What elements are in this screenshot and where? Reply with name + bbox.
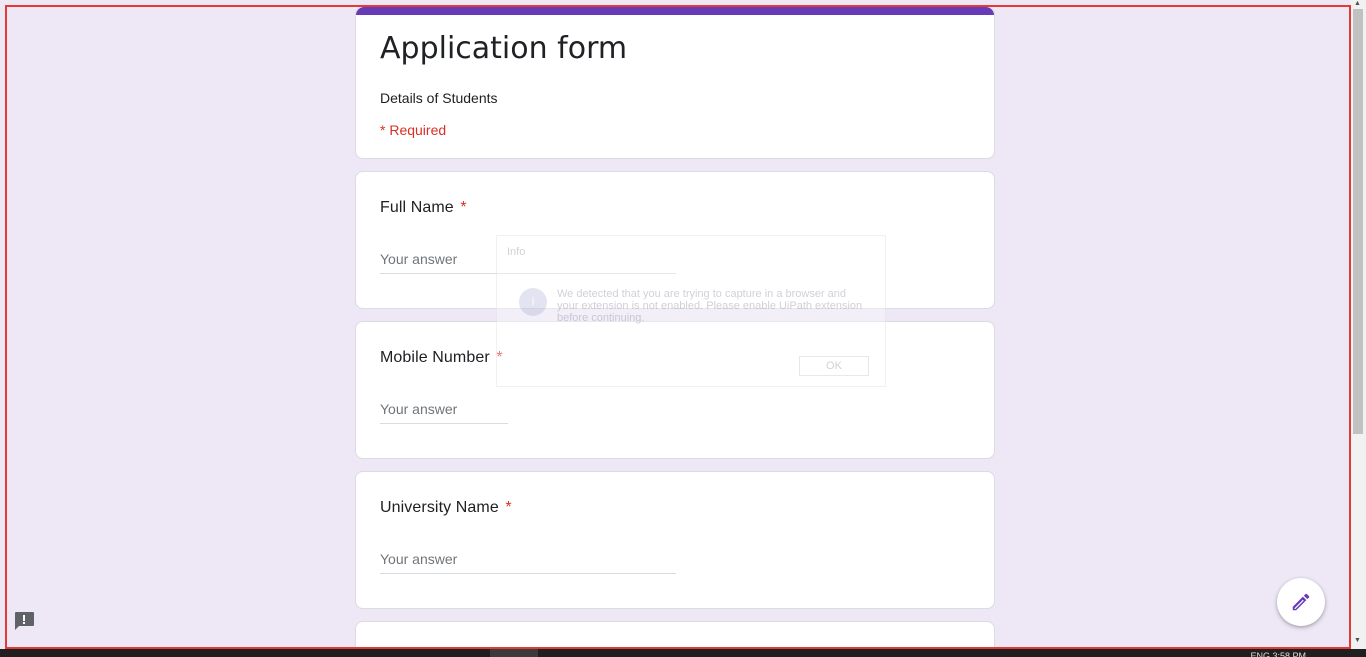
mobile-number-input[interactable]: Your answer: [380, 398, 508, 424]
form-header-card: Application form Details of Students * R…: [355, 6, 995, 159]
question-label: Mobile Number: [380, 349, 490, 366]
university-name-input[interactable]: Your answer: [380, 548, 676, 574]
scrollbar-thumb[interactable]: [1353, 9, 1363, 434]
taskbar-app-item[interactable]: [490, 649, 538, 657]
info-dialog-ghost: Info i We detected that you are trying t…: [496, 235, 886, 387]
scroll-up-arrow-icon[interactable]: ▲: [1354, 0, 1361, 8]
question-card-university-name: University Name * Your answer: [355, 471, 995, 609]
report-problem-button[interactable]: [13, 611, 35, 631]
edit-fab-button[interactable]: [1277, 578, 1325, 626]
browser-page: Application form Details of Students * R…: [0, 0, 1366, 657]
report-problem-icon: [15, 612, 34, 630]
info-icon: i: [519, 288, 547, 316]
question-title: University Name *: [380, 496, 970, 520]
dialog-ok-button[interactable]: OK: [799, 356, 869, 376]
vertical-scrollbar[interactable]: ▲ ▼: [1350, 0, 1366, 649]
dialog-message: We detected that you are trying to captu…: [557, 288, 863, 324]
required-note: * Required: [380, 122, 447, 138]
question-label: University Name: [380, 499, 499, 516]
os-taskbar: ENG 3:58 PM: [0, 649, 1366, 657]
question-label: Full Name: [380, 199, 454, 216]
required-asterisk: *: [505, 499, 512, 516]
pencil-icon: [1292, 593, 1310, 611]
taskbar-clock: ENG 3:58 PM: [1250, 651, 1306, 657]
required-asterisk: *: [460, 199, 467, 216]
dialog-title: Info: [507, 246, 526, 258]
form-accent-bar: [356, 7, 994, 15]
form-title: Application form: [380, 31, 628, 66]
scroll-down-arrow-icon[interactable]: ▼: [1354, 637, 1361, 645]
question-title: Full Name *: [380, 196, 970, 220]
form-description: Details of Students: [380, 90, 498, 106]
